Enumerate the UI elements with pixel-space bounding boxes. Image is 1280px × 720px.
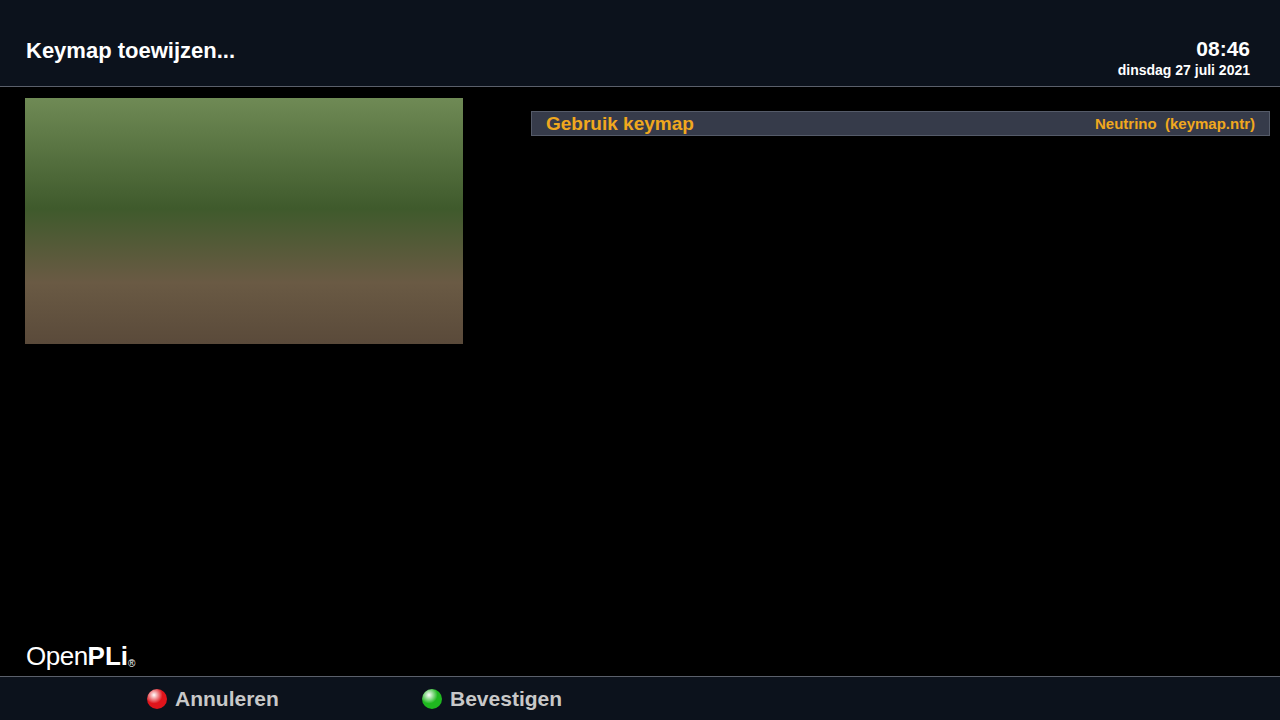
button-label: Bevestigen <box>450 686 562 712</box>
button-label: Annuleren <box>175 686 279 712</box>
setting-value: Neutrino (keymap.ntr) <box>1095 114 1255 134</box>
color-key-button[interactable]: Bevestigen <box>422 686 697 712</box>
settings-list: Gebruik keymap Neutrino (keymap.ntr) <box>531 111 1270 641</box>
tv-preview <box>25 98 463 344</box>
button-bar: Annuleren Bevestigen <box>0 676 1280 720</box>
openpli-logo: OpenPLi® <box>0 641 1280 676</box>
header: Keymap toewijzen... 08:46 dinsdag 27 jul… <box>0 0 1280 87</box>
setting-row[interactable]: Gebruik keymap Neutrino (keymap.ntr) <box>531 111 1270 136</box>
clock-date: dinsdag 27 juli 2021 <box>1118 61 1250 79</box>
clock: 08:46 dinsdag 27 juli 2021 <box>1118 37 1250 79</box>
color-dot-icon <box>147 689 167 709</box>
color-dot-icon <box>422 689 442 709</box>
color-key-button[interactable]: Annuleren <box>147 686 422 712</box>
screen-title: Keymap toewijzen... <box>26 37 235 65</box>
setting-label: Gebruik keymap <box>546 112 694 135</box>
clock-time: 08:46 <box>1196 37 1250 61</box>
